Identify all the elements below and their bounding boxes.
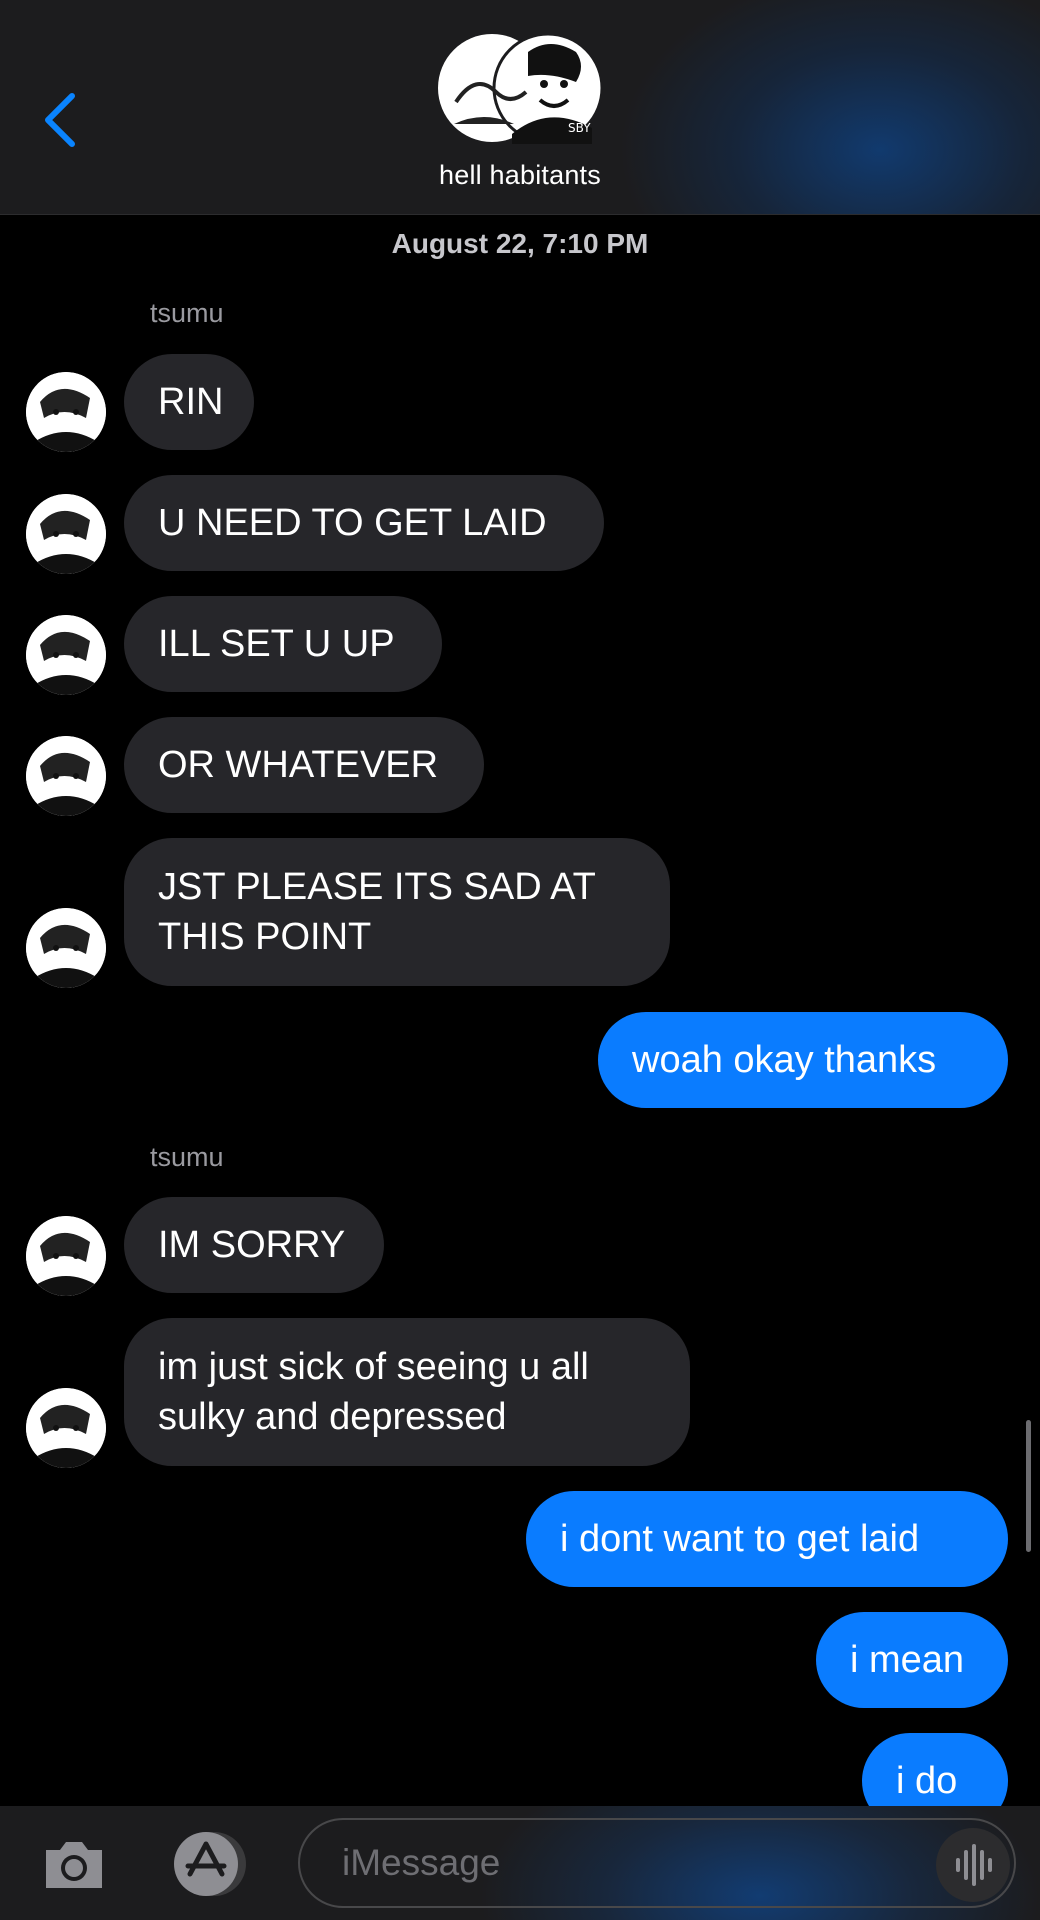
sender-avatar xyxy=(26,494,106,574)
camera-button[interactable] xyxy=(42,1836,106,1892)
app-store-icon xyxy=(174,1832,246,1896)
imessage-input[interactable]: iMessage xyxy=(298,1818,1016,1908)
conversation-header: SBY hell habitants xyxy=(0,0,1040,215)
audio-waveform-icon xyxy=(956,1844,992,1886)
sender-avatar xyxy=(26,736,106,816)
camera-icon xyxy=(46,1842,102,1888)
message-bubble-incoming[interactable]: RIN xyxy=(124,354,254,450)
message-bubble-outgoing[interactable]: i do xyxy=(862,1733,1008,1806)
scrollbar[interactable] xyxy=(1026,1420,1031,1552)
message-bubble-incoming[interactable]: IM SORRY xyxy=(124,1197,384,1293)
message-bubble-incoming[interactable]: JST PLEASE ITS SAD AT THIS POINT xyxy=(124,838,670,986)
svg-text:SBY: SBY xyxy=(568,121,591,135)
sender-avatar xyxy=(26,615,106,695)
message-bubble-incoming[interactable]: im just sick of seeing u all sulky and d… xyxy=(124,1318,690,1466)
thread-timestamp: August 22, 7:10 PM xyxy=(391,228,649,259)
sender-label: tsumu xyxy=(150,298,224,328)
message-bubble-incoming[interactable]: U NEED TO GET LAID xyxy=(124,475,604,571)
sender-avatar xyxy=(26,1388,106,1468)
back-button[interactable] xyxy=(40,90,80,150)
sender-avatar xyxy=(26,1216,106,1296)
message-bubble-incoming[interactable]: OR WHATEVER xyxy=(124,717,484,813)
back-chevron-icon xyxy=(45,93,75,147)
sender-avatar xyxy=(26,908,106,988)
message-bubble-outgoing[interactable]: woah okay thanks xyxy=(598,1012,1008,1108)
sender-label: tsumu xyxy=(150,1142,224,1172)
sender-avatar xyxy=(26,372,106,452)
app-store-button[interactable] xyxy=(166,1830,252,1898)
audio-record-button[interactable] xyxy=(936,1828,1010,1902)
message-thread[interactable]: August 22, 7:10 PM tsumu RIN U NEED TO G… xyxy=(0,214,1040,1806)
group-name[interactable]: hell habitants xyxy=(0,160,1040,191)
message-bubble-outgoing[interactable]: i mean xyxy=(816,1612,1008,1708)
group-avatar[interactable]: SBY xyxy=(436,32,604,144)
message-bubble-outgoing[interactable]: i dont want to get laid xyxy=(526,1491,1008,1587)
message-bubble-incoming[interactable]: ILL SET U UP xyxy=(124,596,442,692)
composer-bar: iMessage xyxy=(0,1806,1040,1920)
